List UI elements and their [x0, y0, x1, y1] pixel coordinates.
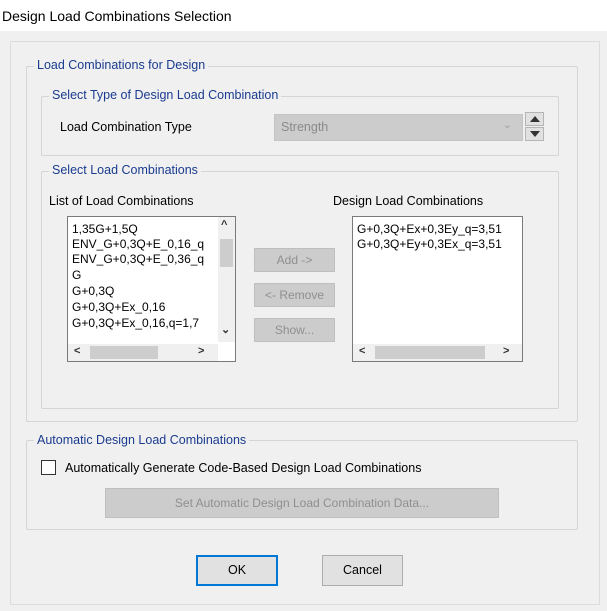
cancel-button[interactable]: Cancel	[322, 555, 403, 586]
load-combinations-group-legend: Load Combinations for Design	[34, 58, 209, 72]
list-item[interactable]: G+0,3Q+Ex_0,16,q=1,7	[72, 316, 199, 330]
select-combinations-group-legend: Select Load Combinations	[49, 163, 201, 177]
vertical-scroll-thumb[interactable]	[220, 239, 233, 267]
load-combination-type-select[interactable]: Strength ⌄	[274, 114, 523, 141]
ok-button[interactable]: OK	[196, 555, 278, 586]
scroll-down-icon[interactable]: ⌄	[221, 323, 230, 336]
list-item[interactable]: G+0,3Q+Ey+0,3Ex_q=3,51	[357, 237, 502, 251]
chevron-down-icon: ⌄	[502, 119, 512, 131]
list-vertical-scrollbar[interactable]: ^ ⌄	[218, 217, 235, 342]
list-of-load-combinations-header: List of Load Combinations	[49, 194, 194, 208]
scroll-right-icon[interactable]: >	[198, 345, 204, 357]
load-combination-type-value: Strength	[281, 120, 329, 134]
design-horizontal-scrollbar[interactable]: < >	[353, 344, 522, 361]
horizontal-scroll-thumb[interactable]	[90, 346, 158, 359]
list-item[interactable]: 1,35G+1,5Q	[72, 222, 138, 236]
load-combinations-list[interactable]: 1,35G+1,5Q ENV_G+0,3Q+E_0,16_q ENV_G+0,3…	[67, 216, 236, 362]
list-item[interactable]: G+0,3Q	[72, 284, 114, 298]
list-item[interactable]: ENV_G+0,3Q+E_0,16_q	[72, 237, 204, 251]
horizontal-scroll-thumb[interactable]	[375, 346, 485, 359]
load-combination-type-label: Load Combination Type	[60, 120, 192, 134]
auto-generate-checkbox-label[interactable]: Automatically Generate Code-Based Design…	[65, 461, 421, 475]
list-item[interactable]: G	[72, 268, 81, 282]
scroll-up-icon[interactable]: ^	[221, 219, 227, 231]
add-button[interactable]: Add ->	[254, 248, 335, 272]
list-item[interactable]: G+0,3Q+Ex+0,3Ey_q=3,51	[357, 222, 502, 236]
scroll-left-icon[interactable]: <	[359, 345, 365, 357]
list-item[interactable]: ENV_G+0,3Q+E_0,36_q	[72, 252, 204, 266]
arrow-down-icon	[530, 131, 540, 137]
auto-generate-checkbox[interactable]	[41, 460, 56, 475]
scroll-left-icon[interactable]: <	[74, 345, 80, 357]
automatic-combinations-group-legend: Automatic Design Load Combinations	[34, 433, 250, 447]
design-load-combinations-header: Design Load Combinations	[333, 194, 484, 208]
list-item[interactable]: G+0,3Q+Ex_0,16	[72, 300, 165, 314]
spin-up-button[interactable]	[525, 112, 544, 126]
list-horizontal-scrollbar[interactable]: < >	[68, 344, 218, 361]
title-bar: Design Load Combinations Selection	[0, 0, 607, 31]
type-group-legend: Select Type of Design Load Combination	[49, 88, 282, 102]
design-combinations-list[interactable]: G+0,3Q+Ex+0,3Ey_q=3,51 G+0,3Q+Ey+0,3Ex_q…	[352, 216, 523, 362]
arrow-up-icon	[530, 116, 540, 122]
window-title: Design Load Combinations Selection	[2, 8, 232, 24]
remove-button[interactable]: <- Remove	[254, 283, 335, 307]
type-spinner[interactable]	[525, 112, 544, 142]
scroll-right-icon[interactable]: >	[503, 345, 509, 357]
spin-down-button[interactable]	[525, 127, 544, 141]
set-automatic-data-button[interactable]: Set Automatic Design Load Combination Da…	[105, 488, 499, 518]
show-button[interactable]: Show...	[254, 318, 335, 342]
